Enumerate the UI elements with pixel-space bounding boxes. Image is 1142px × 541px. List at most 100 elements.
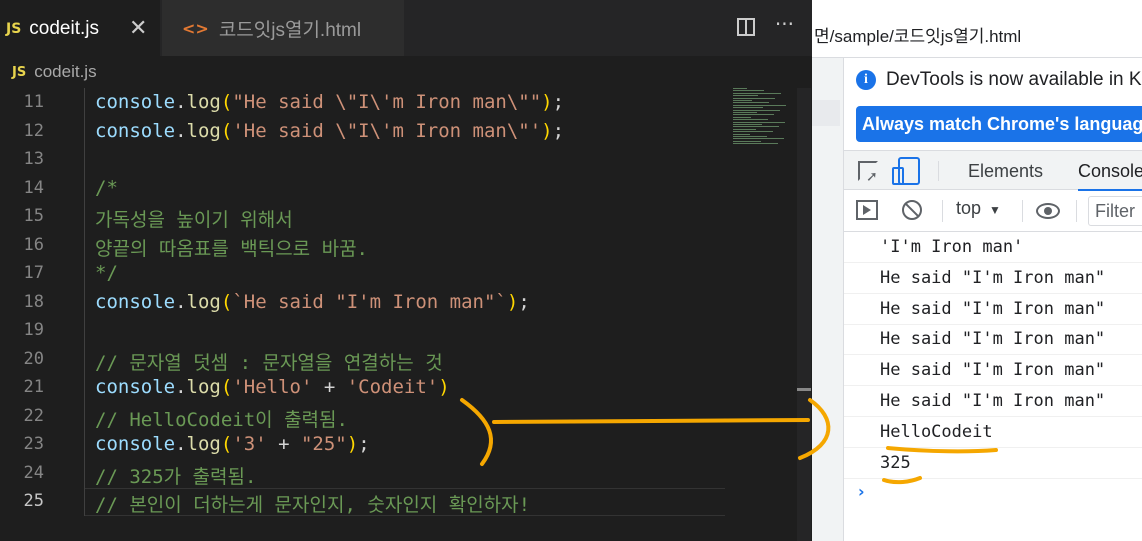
code-token: // HelloCodeit이 출력됨.	[95, 408, 348, 431]
console-message-text: He said "I'm Iron man"	[880, 360, 1106, 381]
line-number: 17	[23, 263, 44, 283]
line-number: 16	[23, 234, 44, 255]
code-token: log	[186, 433, 221, 455]
minimap-line	[733, 121, 785, 123]
tab-title: 코드잇js열기.html	[218, 19, 362, 41]
line-number: 12	[23, 120, 44, 141]
tab-html-file[interactable]: <> 코드잇js열기.html	[162, 0, 404, 56]
console-message-text: He said "I'm Iron man"	[880, 329, 1106, 350]
device-toolbar-icon[interactable]	[892, 157, 920, 185]
code-line: */	[95, 262, 118, 284]
more-icon[interactable]: ···	[775, 12, 794, 36]
code-token: /*	[95, 176, 118, 199]
minimap[interactable]	[727, 88, 797, 148]
minimap-line	[733, 88, 747, 89]
line-number: 19	[23, 320, 44, 340]
breadcrumb-file[interactable]: codeit.js	[34, 62, 96, 82]
code-token: ;	[358, 433, 370, 455]
minimap-line	[733, 92, 781, 94]
context-value: top	[956, 198, 982, 218]
console-prompt[interactable]: ›	[858, 482, 865, 501]
console-message-text: HelloCodeit	[880, 421, 993, 442]
editor-tab-bar: JS codeit.js ✕ <> 코드잇js열기.html ···	[0, 0, 812, 56]
always-match-language-button[interactable]: Always match Chrome's language	[856, 106, 1142, 142]
line-number: 20	[23, 348, 44, 369]
tab-console[interactable]: Console	[1078, 151, 1142, 191]
console-message: He said "I'm Iron man"	[844, 263, 1142, 294]
devtools-notice: i DevTools is now available in Ko Always…	[844, 58, 1142, 150]
html-file-icon: <>	[182, 18, 209, 38]
code-token: )	[541, 119, 553, 142]
code-token: // 문자열 덧셈 : 문자열을 연결하는 것	[95, 351, 443, 374]
tab-codeit-js[interactable]: JS codeit.js ✕	[0, 0, 160, 56]
line-number: 13	[23, 149, 44, 169]
console-toolbar: top ▼ Filter	[844, 190, 1142, 232]
code-token: )	[438, 376, 450, 398]
code-token: )	[541, 91, 553, 113]
code-token: 'Codeit'	[346, 376, 439, 398]
code-token: .	[175, 290, 187, 313]
code-token: )	[506, 290, 519, 313]
code-line: /*	[95, 177, 118, 199]
code-line: console.log('3' + "25");	[95, 433, 370, 455]
console-message: He said "I'm Iron man"	[844, 294, 1142, 325]
line-number: 11	[23, 92, 44, 112]
toolbar-divider	[1076, 200, 1077, 222]
page-viewport	[812, 58, 844, 541]
minimap-line	[733, 143, 778, 145]
minimap-line	[733, 126, 779, 128]
tab-elements[interactable]: Elements	[968, 151, 1043, 191]
filter-input[interactable]: Filter	[1088, 196, 1142, 226]
minimap-line	[733, 131, 773, 133]
code-token: log	[186, 91, 221, 113]
code-line: console.log(`He said "I'm Iron man"`);	[95, 291, 530, 313]
code-token: ;	[552, 119, 565, 142]
line-number: 14	[23, 177, 44, 198]
code-token: +	[266, 433, 301, 455]
toolbar-divider	[1022, 200, 1023, 222]
console-message-text: 325	[880, 452, 911, 473]
address-bar[interactable]: 면/sample/코드잇js열기.html	[812, 0, 1142, 58]
code-token: (	[220, 376, 233, 398]
tab-title: codeit.js	[29, 17, 99, 39]
code-line: // 문자열 덧셈 : 문자열을 연결하는 것	[95, 348, 443, 375]
eye-icon[interactable]	[1036, 203, 1060, 219]
code-token: console	[95, 376, 176, 398]
js-file-icon: JS	[12, 64, 27, 80]
devtools-tab-bar: ➚ Elements Console	[844, 150, 1142, 191]
close-icon[interactable]: ✕	[129, 16, 147, 41]
scrollbar-marker	[797, 388, 811, 391]
line-number: 21	[23, 377, 44, 397]
code-token: (	[220, 290, 233, 313]
code-token: console	[95, 119, 176, 142]
code-line: // 325가 출력됨.	[95, 462, 256, 489]
code-token: 양끝의 따옴표를 백틱으로 바꿈.	[95, 237, 368, 260]
code-token: .	[175, 433, 187, 455]
browser-window: 면/sample/코드잇js열기.html i DevTools is now …	[812, 0, 1142, 541]
minimap-line	[733, 136, 767, 137]
toolbar-divider	[942, 200, 943, 222]
code-token: log	[186, 290, 221, 313]
code-token: (	[220, 119, 233, 142]
context-selector[interactable]: top ▼	[956, 198, 1001, 219]
minimap-line	[733, 104, 786, 106]
minimap-line	[733, 100, 752, 101]
code-line: 양끝의 따옴표를 백틱으로 바꿈.	[95, 234, 368, 261]
tab-divider	[938, 161, 939, 181]
code-token: )	[346, 433, 359, 455]
indent-guide	[84, 88, 85, 516]
minimap-line	[733, 140, 761, 142]
inspect-arrow: ➚	[866, 169, 878, 185]
line-number: 24	[23, 462, 44, 483]
console-message: 'I'm Iron man'	[844, 232, 1142, 263]
caret-down-icon: ▼	[989, 203, 1001, 217]
split-editor-icon[interactable]	[736, 18, 755, 36]
line-number: 25	[23, 491, 44, 511]
clear-console-icon[interactable]	[902, 200, 922, 220]
sidebar-toggle-icon[interactable]	[856, 200, 878, 220]
minimap-line	[733, 112, 757, 113]
minimap-line	[733, 119, 768, 121]
code-token: (	[220, 433, 233, 455]
url-text[interactable]: 면/sample/코드잇js열기.html	[814, 22, 1021, 47]
editor-scrollbar[interactable]	[797, 88, 811, 541]
